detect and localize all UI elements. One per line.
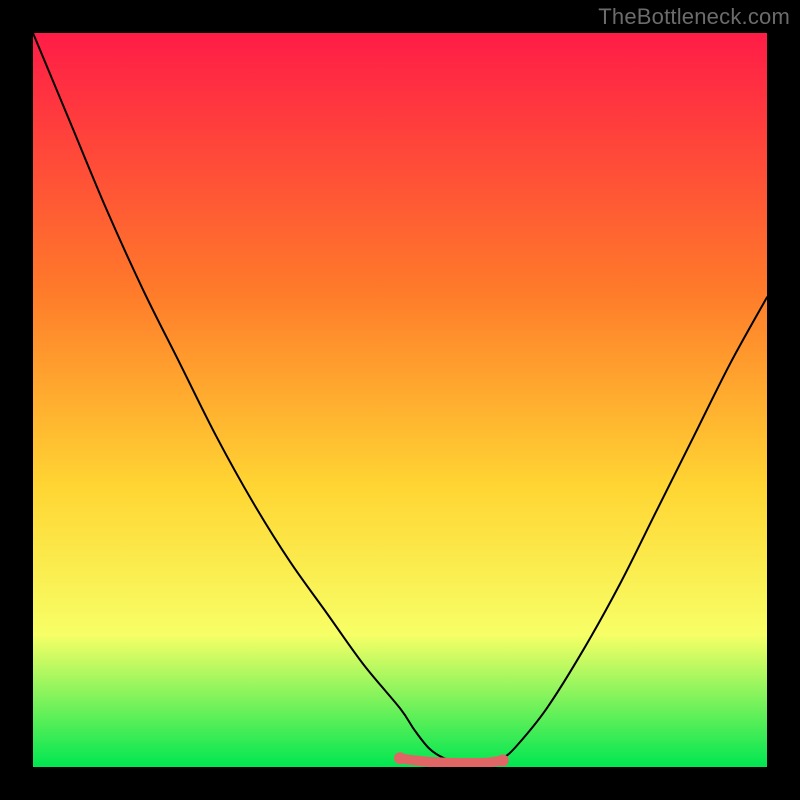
gradient-background bbox=[33, 33, 767, 767]
plot-svg bbox=[33, 33, 767, 767]
bottom-marker-start-dot bbox=[394, 752, 406, 764]
watermark-text: TheBottleneck.com bbox=[598, 4, 790, 30]
bottom-segment-marker bbox=[400, 758, 503, 763]
chart-stage: TheBottleneck.com bbox=[0, 0, 800, 800]
plot-area bbox=[33, 33, 767, 767]
bottom-marker-end-dot bbox=[497, 754, 509, 766]
